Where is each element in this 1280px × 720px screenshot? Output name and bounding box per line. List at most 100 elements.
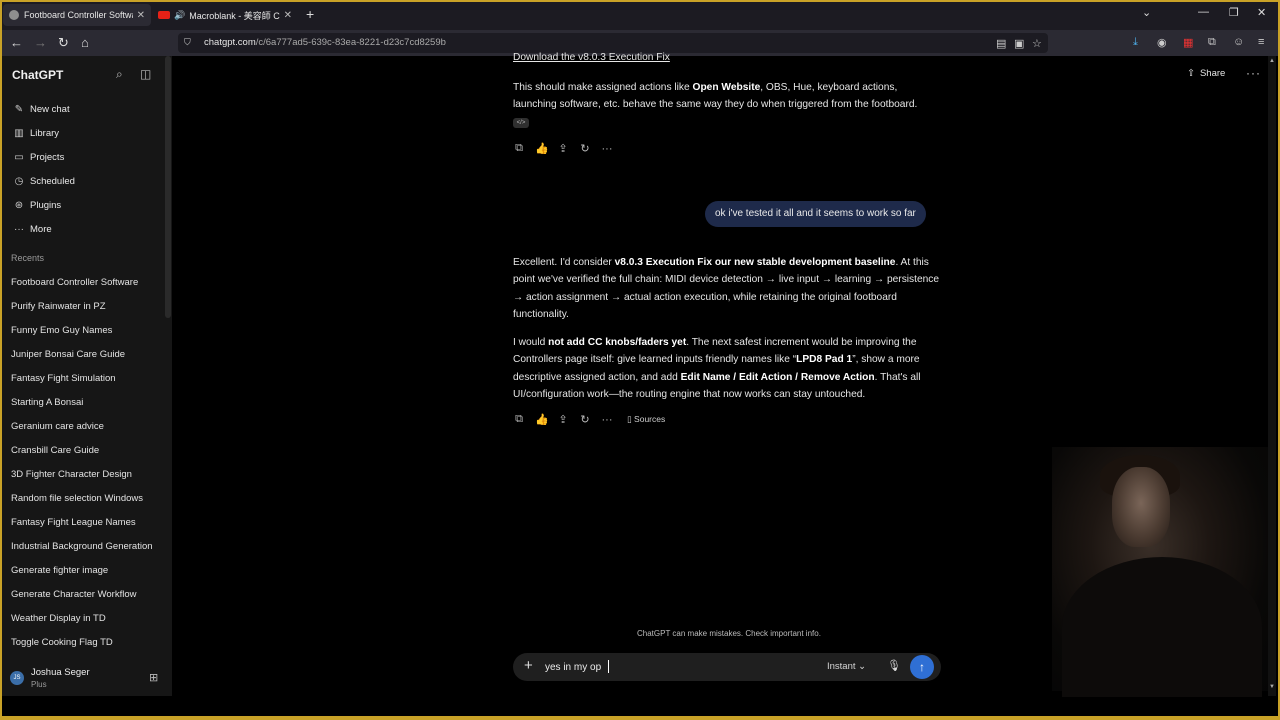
scroll-down-icon[interactable]: ▼ bbox=[1269, 684, 1275, 690]
scroll-up-icon[interactable]: ▲ bbox=[1269, 58, 1275, 64]
address-bar[interactable]: ⛉ chatgpt.com/c/6a777ad5-639c-83ea-8221-… bbox=[178, 33, 1048, 53]
screenshot-icon[interactable]: ▣ bbox=[1014, 37, 1024, 50]
recent-chat-item[interactable]: Toggle Cooking Flag TD bbox=[11, 637, 113, 648]
sources-button[interactable]: ▯ Sources bbox=[627, 414, 665, 425]
assistant-message: Excellent. I'd consider v8.0.3 Execution… bbox=[513, 254, 943, 324]
recent-chat-item[interactable]: Industrial Background Generation bbox=[11, 541, 153, 552]
share-label: Share bbox=[1199, 68, 1226, 79]
reader-view-icon[interactable]: ▤ bbox=[996, 37, 1006, 50]
extension-badge-icon[interactable]: ▦ bbox=[1183, 36, 1193, 49]
tab-list-chevron-icon[interactable]: ⌄ bbox=[1142, 6, 1151, 19]
compose-icon: ✎ bbox=[14, 103, 24, 115]
close-tab-icon[interactable]: ✕ bbox=[284, 10, 292, 21]
user-profile[interactable]: JS Joshua Seger Plus ⊞ bbox=[8, 666, 168, 690]
thumbs-icon[interactable]: 👍 bbox=[535, 413, 549, 426]
sidebar-item-label: Scheduled bbox=[30, 175, 75, 187]
plugins-icon: ⊛ bbox=[14, 199, 24, 211]
back-icon[interactable]: ← bbox=[10, 35, 23, 51]
sidebar-item-more[interactable]: ··· More bbox=[12, 221, 52, 237]
microphone-icon[interactable]: 🎙 bbox=[887, 659, 901, 672]
sidebar-item-plugins[interactable]: ⊛ Plugins bbox=[12, 197, 61, 213]
sources-label: Sources bbox=[634, 414, 666, 424]
bold-span: Edit Name / Edit Action / Remove Action bbox=[680, 371, 875, 383]
recent-chat-item[interactable]: Footboard Controller Software bbox=[11, 277, 138, 288]
bookmark-star-icon[interactable]: ☆ bbox=[1032, 37, 1042, 50]
close-tab-icon[interactable]: ✕ bbox=[137, 10, 145, 21]
brand-title[interactable]: ChatGPT bbox=[12, 68, 63, 82]
url-text[interactable]: chatgpt.com/c/6a777ad5-639c-83ea-8221-d2… bbox=[204, 37, 446, 48]
downloads-icon[interactable]: ⤓ bbox=[1133, 36, 1138, 49]
recent-chat-item[interactable]: Cransbill Care Guide bbox=[11, 445, 99, 456]
url-host: chatgpt.com bbox=[204, 37, 256, 48]
folder-icon: ▭ bbox=[14, 151, 24, 163]
recent-chat-item[interactable]: Purify Rainwater in PZ bbox=[11, 301, 106, 312]
copy-icon[interactable]: ⧉ bbox=[513, 142, 525, 155]
recent-chat-item[interactable]: Funny Emo Guy Names bbox=[11, 325, 112, 336]
recent-chat-item[interactable]: Fantasy Fight Simulation bbox=[11, 373, 116, 384]
minimize-icon[interactable]: — bbox=[1198, 6, 1209, 18]
recent-chat-item[interactable]: Juniper Bonsai Care Guide bbox=[11, 349, 125, 360]
thumbs-icon[interactable]: 👍 bbox=[535, 142, 549, 155]
avatar: JS bbox=[10, 671, 24, 685]
collapse-sidebar-icon[interactable]: ◫ bbox=[140, 67, 151, 81]
site-info-icon[interactable]: ⛉ bbox=[184, 37, 191, 48]
download-link[interactable]: Download the v8.0.3 Execution Fix bbox=[513, 52, 670, 63]
sidebar-item-label: Projects bbox=[30, 151, 65, 163]
assistant-message: I would not add CC knobs/faders yet. The… bbox=[513, 334, 943, 404]
maximize-icon[interactable]: ❐ bbox=[1229, 6, 1239, 19]
sidebar: ChatGPT ⌕ ◫ ✎ New chat ▥ Library ▭ Projects… bbox=[2, 56, 172, 696]
message-input[interactable] bbox=[545, 659, 805, 675]
recent-chat-item[interactable]: Fantasy Fight League Names bbox=[11, 517, 136, 528]
share-icon[interactable]: ⇪ bbox=[557, 142, 569, 155]
webcam-overlay bbox=[1052, 447, 1270, 697]
sidebar-item-projects[interactable]: ▭ Projects bbox=[12, 149, 64, 165]
copy-icon[interactable]: ⧉ bbox=[513, 413, 525, 426]
text-span: I would bbox=[513, 337, 549, 348]
arrow-up-icon: ↑ bbox=[919, 660, 925, 674]
regenerate-icon[interactable]: ↻ bbox=[579, 413, 591, 426]
tab-title: Macroblank - 美容師 COLL bbox=[189, 10, 280, 21]
extensions-icon[interactable]: ⧉ bbox=[1208, 36, 1216, 49]
profile-icon[interactable]: ☺ bbox=[1233, 36, 1244, 48]
code-badge[interactable]: </> bbox=[513, 118, 529, 128]
message-actions: ⧉ 👍 ⇪ ↻ ··· ▯ Sources bbox=[513, 413, 665, 426]
recent-chat-item[interactable]: Geranium care advice bbox=[11, 421, 104, 432]
speaker-icon[interactable]: 🔊 bbox=[174, 10, 185, 21]
home-icon[interactable]: ⌂ bbox=[81, 35, 89, 51]
recent-chat-item[interactable]: Weather Display in TD bbox=[11, 613, 106, 624]
account-icon[interactable]: ◉ bbox=[1157, 36, 1167, 49]
menu-icon[interactable]: ≡ bbox=[1258, 36, 1264, 48]
text-span: This should make assigned actions like bbox=[513, 82, 693, 93]
close-window-icon[interactable]: ✕ bbox=[1257, 6, 1266, 19]
more-icon[interactable]: ··· bbox=[601, 414, 613, 426]
search-icon[interactable]: ⌕ bbox=[116, 67, 123, 82]
recent-chat-item[interactable]: Random file selection Windows bbox=[11, 493, 143, 504]
recent-chat-item[interactable]: 3D Fighter Character Design bbox=[11, 469, 132, 480]
add-attachment-icon[interactable]: + bbox=[524, 657, 533, 674]
regenerate-icon[interactable]: ↻ bbox=[579, 142, 591, 155]
message-actions: ⧉ 👍 ⇪ ↻ ··· bbox=[513, 142, 613, 155]
tab-footboard[interactable]: Footboard Controller Software ✕ bbox=[3, 4, 151, 26]
model-selector[interactable]: Instant ⌄ bbox=[827, 661, 866, 672]
page-scrollbar[interactable]: ▲ ▼ bbox=[1268, 56, 1276, 696]
user-name: Joshua Seger bbox=[31, 667, 90, 678]
more-icon[interactable]: ··· bbox=[601, 143, 613, 155]
sidebar-item-library[interactable]: ▥ Library bbox=[12, 125, 59, 141]
text-span: Excellent. I'd consider bbox=[513, 257, 615, 268]
new-tab-icon[interactable]: + bbox=[306, 6, 314, 22]
sidebar-item-new-chat[interactable]: ✎ New chat bbox=[12, 101, 70, 117]
sidebar-scrollbar[interactable] bbox=[165, 56, 171, 318]
reload-icon[interactable]: ↻ bbox=[58, 35, 69, 51]
share-button[interactable]: ⇪ Share bbox=[1187, 68, 1225, 79]
conversation-options-icon[interactable]: ··· bbox=[1246, 66, 1261, 80]
sidebar-item-scheduled[interactable]: ◷ Scheduled bbox=[12, 173, 75, 189]
workspace-icon[interactable]: ⊞ bbox=[149, 671, 158, 684]
share-icon[interactable]: ⇪ bbox=[557, 413, 569, 426]
recent-chat-item[interactable]: Generate Character Workflow bbox=[11, 589, 137, 600]
send-button[interactable]: ↑ bbox=[910, 655, 934, 679]
recent-chat-item[interactable]: Starting A Bonsai bbox=[11, 397, 83, 408]
library-icon: ▥ bbox=[14, 127, 24, 139]
tab-macroblank[interactable]: 🔊 Macroblank - 美容師 COLL ✕ bbox=[152, 4, 298, 26]
forward-icon[interactable]: → bbox=[34, 35, 47, 51]
recent-chat-item[interactable]: Generate fighter image bbox=[11, 565, 108, 576]
